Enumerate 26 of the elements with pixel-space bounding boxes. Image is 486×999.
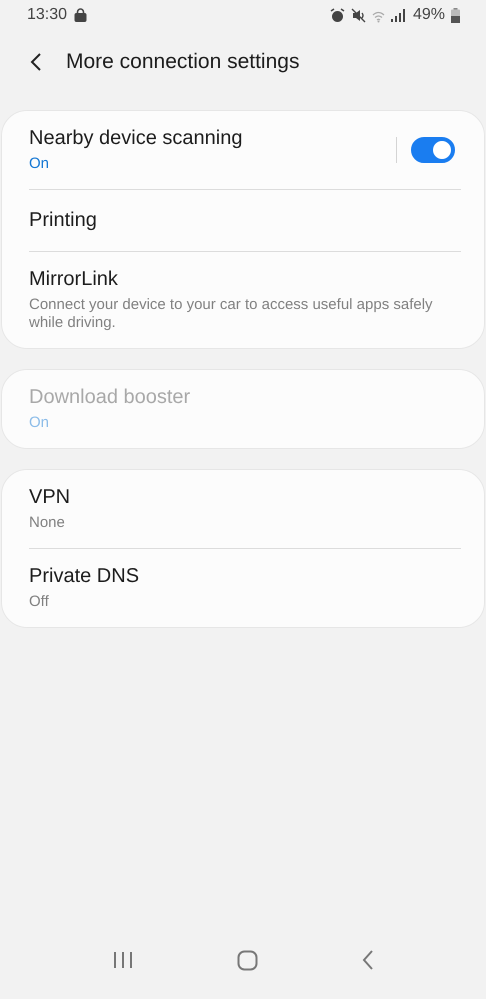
item-title: MirrorLink (29, 268, 119, 291)
item-title: Printing (29, 209, 98, 232)
home-button[interactable] (236, 950, 258, 970)
alarm-icon (330, 8, 345, 22)
settings-item[interactable]: VPN None (29, 470, 461, 549)
item-title: Download booster (29, 386, 192, 409)
item-summary: Connect your device to your car to access useful apps safely while driving. (29, 296, 434, 332)
item-summary: Off (29, 593, 50, 611)
clock-time: 13:30 (27, 6, 68, 24)
recent-apps-button[interactable] (112, 951, 132, 969)
item-summary: On (29, 414, 50, 432)
item-title: Private DNS (29, 565, 140, 588)
signal-icon (390, 8, 405, 22)
settings-item[interactable]: Printing (29, 190, 461, 252)
settings-item[interactable]: MirrorLink Connect your device to your car to access useful apps safely while driving. (29, 252, 461, 348)
item-summary: None (29, 514, 66, 532)
settings-item[interactable]: Nearby device scanning On (29, 111, 461, 190)
mute-icon (350, 8, 366, 22)
item-title: VPN (29, 486, 72, 509)
toggle-switch[interactable] (411, 137, 455, 163)
battery-icon (451, 8, 460, 22)
item-title: Nearby device scanning (29, 127, 244, 150)
page-title: More connection settings (66, 50, 300, 74)
battery-percent: 49% (412, 6, 445, 24)
item-summary: On (29, 155, 50, 173)
settings-item[interactable]: Private DNS Off (29, 549, 461, 627)
